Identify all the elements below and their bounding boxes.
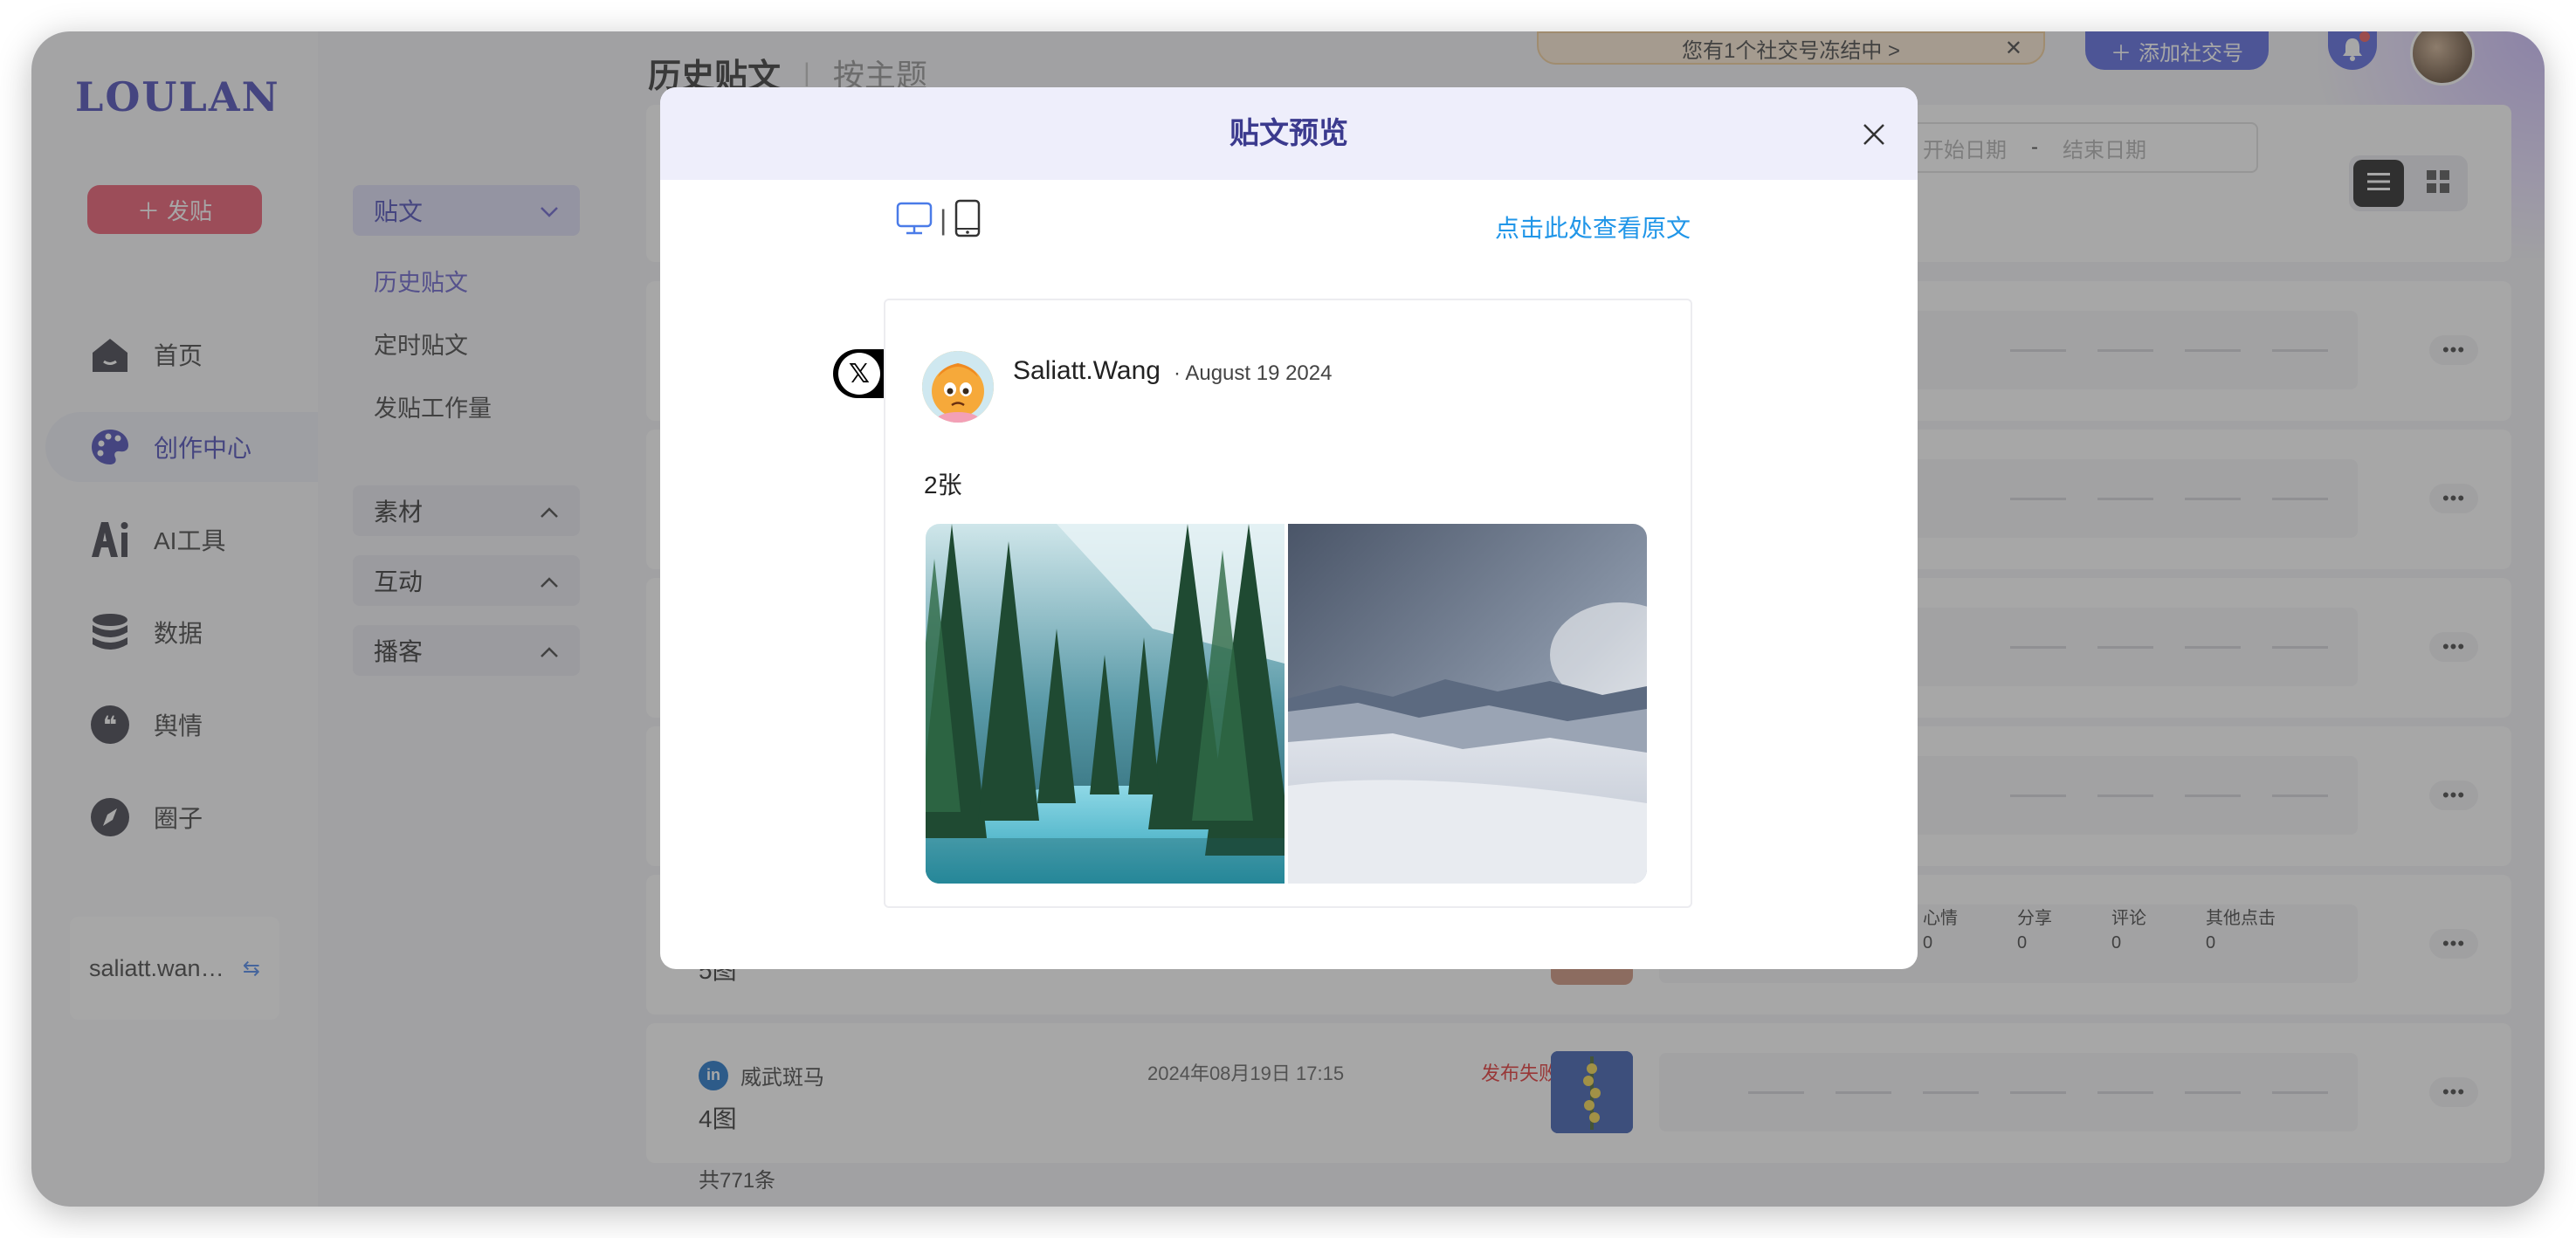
desktop-icon[interactable] xyxy=(896,201,933,240)
post-image-forest[interactable] xyxy=(926,524,1292,884)
modal-header: 贴文预览 xyxy=(660,87,1918,180)
post-author-avatar xyxy=(922,351,994,423)
x-logo-icon: 𝕏 xyxy=(838,353,880,395)
device-switcher: | xyxy=(896,199,981,242)
modal-title: 贴文预览 xyxy=(1229,117,1348,150)
post-image-snow-mountain[interactable] xyxy=(1288,524,1647,884)
post-preview-modal: 贴文预览 | 点击此处查看原文 𝕏 Saliatt.Wang · August … xyxy=(660,87,1918,969)
app-window: LOULAN ＋ 发贴 首页 创作中心 AI工具 数 xyxy=(31,31,2545,1207)
post-text: 2张 xyxy=(924,471,962,499)
post-image-gallery xyxy=(926,524,1647,884)
device-divider: | xyxy=(940,204,947,236)
post-author-name: Saliatt.Wang xyxy=(1013,356,1161,385)
post-preview-card: Saliatt.Wang · August 19 2024 2张 xyxy=(884,299,1692,908)
tablet-icon[interactable] xyxy=(954,199,981,242)
post-date: · August 19 2024 xyxy=(1174,361,1333,385)
view-original-link[interactable]: 点击此处查看原文 xyxy=(1495,210,1691,244)
close-icon[interactable] xyxy=(1856,117,1891,152)
